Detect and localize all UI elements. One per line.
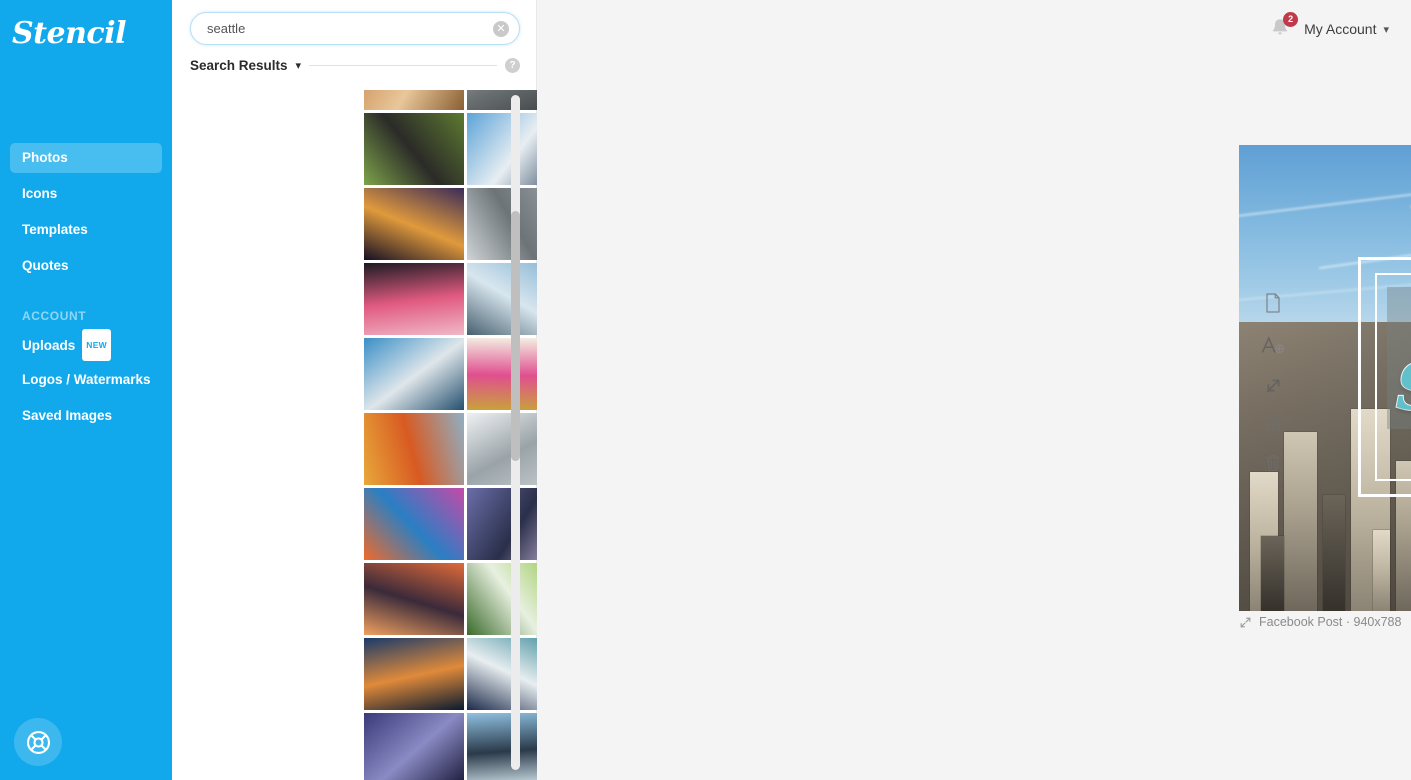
sidebar-item-label: Quotes: [22, 258, 69, 273]
panel-scrollbar-thumb[interactable]: [511, 211, 520, 461]
sidebar-item-label: Logos / Watermarks: [22, 372, 151, 387]
new-badge: NEW: [82, 329, 111, 361]
add-text-icon[interactable]: [1261, 334, 1285, 356]
search-wrapper: ✕: [172, 0, 536, 45]
sidebar-item-uploads[interactable]: Uploads NEW: [10, 329, 162, 361]
sidebar: Stencil Photos Icons Templates Quotes AC…: [0, 0, 172, 780]
top-bar: 2 My Account ▾: [1268, 0, 1411, 58]
account-label: My Account: [1304, 21, 1377, 37]
thumbnail-item[interactable]: [364, 713, 464, 780]
sidebar-item-icons[interactable]: Icons: [10, 179, 162, 209]
thumbnail-item[interactable]: [364, 488, 464, 560]
sidebar-item-label: Templates: [22, 222, 88, 237]
thumbnail-item[interactable]: [467, 713, 537, 780]
thumbnail-item[interactable]: [467, 638, 537, 710]
resize-icon[interactable]: [1264, 376, 1283, 395]
thumbnail-item[interactable]: [467, 263, 537, 335]
notification-count-badge: 2: [1283, 12, 1299, 27]
stencil-app: Stencil Photos Icons Templates Quotes AC…: [0, 0, 1411, 780]
thumbnail-item[interactable]: [364, 188, 464, 260]
thumbnail-item[interactable]: [467, 488, 537, 560]
sidebar-item-photos[interactable]: Photos: [10, 143, 162, 173]
thumbnail-item[interactable]: [467, 338, 537, 410]
thumbnail-item[interactable]: [364, 263, 464, 335]
canvas-size-label: Facebook Post · 940x788: [1259, 615, 1402, 629]
canvas-size-caption[interactable]: Facebook Post · 940x788: [1239, 615, 1401, 629]
search-panel: ✕ Search Results ▾ ?: [172, 0, 537, 780]
question-mark-icon[interactable]: ?: [505, 58, 520, 73]
canvas-tools: [1261, 292, 1285, 473]
sidebar-item-label: Saved Images: [22, 408, 113, 423]
grid-icon[interactable]: [1264, 415, 1282, 433]
trash-icon[interactable]: [1264, 453, 1282, 473]
account-menu[interactable]: My Account ▾: [1304, 21, 1389, 37]
sidebar-section-account: ACCOUNT: [22, 309, 87, 323]
thumbnail-item[interactable]: [364, 413, 464, 485]
panel-scrollbar-track[interactable]: [511, 95, 520, 770]
resize-diagonal-icon: [1240, 617, 1251, 627]
search-input[interactable]: [191, 21, 519, 36]
divider: [309, 65, 497, 66]
sidebar-item-quotes[interactable]: Quotes: [10, 251, 162, 281]
clear-search-icon[interactable]: ✕: [493, 20, 509, 37]
life-ring-icon: [26, 730, 50, 754]
chevron-down-icon: ▾: [1383, 23, 1389, 36]
sidebar-item-label: Icons: [22, 186, 58, 201]
results-header: Search Results ▾ ?: [172, 45, 536, 73]
thumbnail-item[interactable]: [364, 113, 464, 185]
brand-logo: Stencil: [12, 16, 126, 51]
thumbnail-item[interactable]: [364, 638, 464, 710]
chevron-down-icon[interactable]: ▾: [296, 59, 302, 72]
thumbnail-item[interactable]: [364, 90, 464, 110]
workspace: 2 My Account ▾ Facebook Post · 940x788: [537, 0, 1411, 780]
thumbnail-scroll-area[interactable]: [172, 90, 537, 780]
thumbnail-item[interactable]: [467, 90, 537, 110]
thumbnail-item[interactable]: [467, 563, 537, 635]
search-results-label: Search Results: [190, 58, 288, 73]
page-icon[interactable]: [1264, 292, 1282, 314]
sidebar-nav: Photos Icons Templates Quotes ACCOUNT Up…: [0, 143, 172, 431]
thumbnail-item[interactable]: [467, 413, 537, 485]
sidebar-item-label: Uploads: [22, 338, 76, 353]
thumbnail-item[interactable]: [364, 563, 464, 635]
sidebar-item-label: Photos: [22, 150, 68, 165]
notifications-button[interactable]: 2: [1268, 12, 1299, 42]
thumbnail-item[interactable]: [467, 188, 537, 260]
thumbnail-grid: [172, 90, 537, 780]
sidebar-item-saved-images[interactable]: Saved Images: [10, 401, 162, 431]
thumbnail-item[interactable]: [467, 113, 537, 185]
search-box[interactable]: ✕: [190, 12, 520, 45]
sidebar-item-logos-watermarks[interactable]: Logos / Watermarks: [10, 365, 162, 395]
support-button[interactable]: [14, 718, 62, 766]
thumbnail-item[interactable]: [364, 338, 464, 410]
sidebar-item-templates[interactable]: Templates: [10, 215, 162, 245]
